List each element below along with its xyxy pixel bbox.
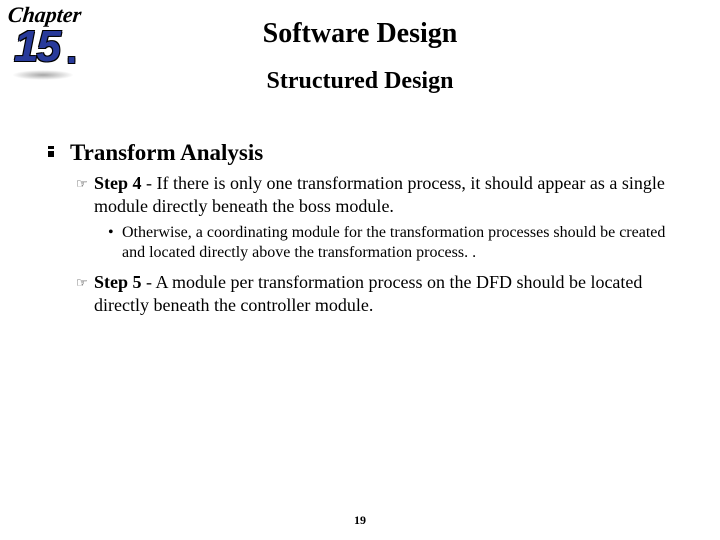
step-item: ☞ Step 4 - If there is only one transfor… [94,172,670,217]
section-heading: Transform Analysis [70,140,670,166]
section-heading-text: Transform Analysis [70,140,263,165]
chapter-shadow [12,70,74,80]
slide: Chapter 15 . Software Design Structured … [0,0,720,540]
hand-bullet-icon: ☞ [76,275,88,291]
step-label: Step 5 [94,272,142,292]
dot-bullet-icon: • [108,223,114,243]
hand-bullet-icon: ☞ [76,176,88,192]
step-text: - If there is only one transformation pr… [94,173,665,216]
step-text: - A module per transformation process on… [94,272,642,315]
step-label: Step 4 [94,173,142,193]
step-item: ☞ Step 5 - A module per transformation p… [94,271,670,316]
chapter-dot: . [66,28,77,73]
sub-title: Structured Design [0,68,720,95]
chapter-badge: Chapter 15 . [2,2,92,92]
title-block: Software Design Structured Design [0,0,720,95]
step-subitem: • Otherwise, a coordinating module for t… [122,223,670,263]
page-number: 19 [0,513,720,528]
chapter-number: 15 [14,22,59,72]
content-area: Transform Analysis ☞ Step 4 - If there i… [70,140,670,322]
square-bullet-icon [48,151,54,157]
main-title: Software Design [0,18,720,50]
step-subtext: Otherwise, a coordinating module for the… [122,224,665,261]
